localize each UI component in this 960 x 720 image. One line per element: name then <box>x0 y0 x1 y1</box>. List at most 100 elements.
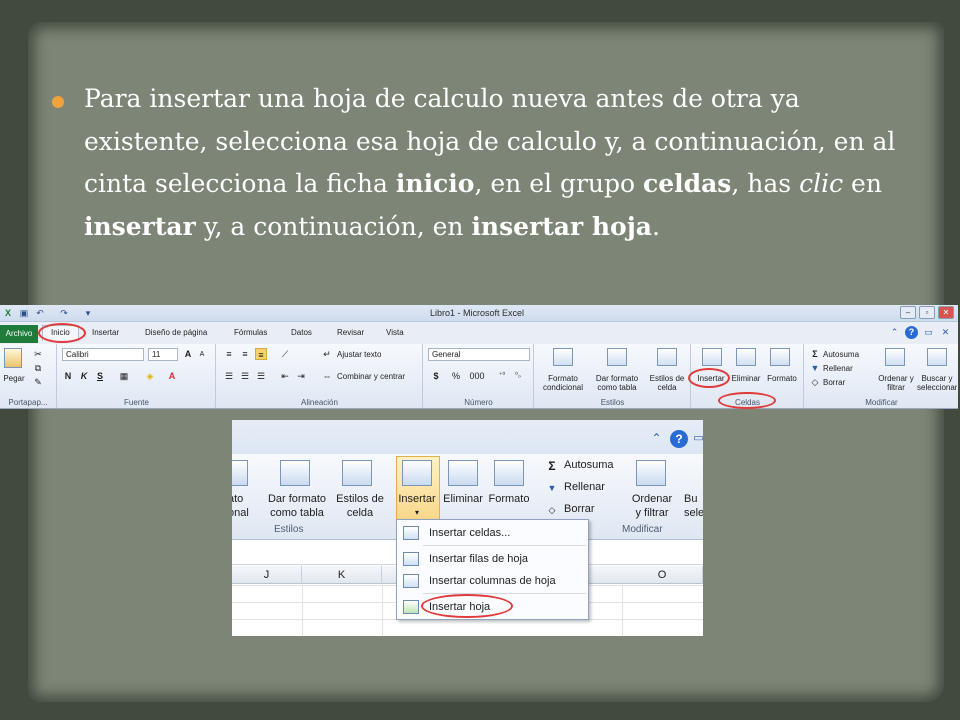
copy-icon[interactable]: ⧉ <box>32 362 44 374</box>
number-format-combo[interactable]: General <box>428 348 530 361</box>
ribbon-groups: Pegar ✂ ⧉ ✎ Portapap... Calibri 11 A A N… <box>0 344 958 409</box>
tab-archivo[interactable]: Archivo <box>0 325 38 343</box>
align-middle-icon[interactable]: ≡ <box>239 348 251 360</box>
menu-item-insert-columns[interactable]: Insertar columnas de hoja <box>397 570 588 592</box>
decrease-indent-icon[interactable]: ⇤ <box>279 370 291 382</box>
tab-formulas[interactable]: Fórmulas <box>234 328 267 337</box>
font-size-combo[interactable]: 11 <box>148 348 178 361</box>
customize-qa-icon[interactable]: ▾ <box>82 307 94 319</box>
currency-button[interactable]: $ <box>430 370 442 382</box>
clear-button[interactable]: Borrar <box>564 502 595 516</box>
conditional-format-button[interactable]: ato onal <box>232 492 258 520</box>
column-header-o[interactable]: O <box>622 566 703 584</box>
merge-center-button[interactable]: Combinar y centrar <box>337 372 405 381</box>
cell-styles-button[interactable]: Estilos de celda <box>645 374 689 392</box>
format-button[interactable]: Formato <box>764 374 800 383</box>
underline-button[interactable]: S <box>94 370 106 382</box>
thousands-button[interactable]: 000 <box>468 370 486 382</box>
menu-item-insert-rows[interactable]: Insertar filas de hoja <box>397 548 588 570</box>
align-center-icon[interactable]: ☰ <box>239 370 251 382</box>
format-table-icon <box>280 460 310 486</box>
insert-cells-icon <box>403 526 419 540</box>
undo-icon[interactable]: ↶ <box>34 307 46 319</box>
group-label-editing: Modificar <box>622 524 663 535</box>
increase-decimal-icon[interactable]: ⁺⁰ <box>496 370 508 382</box>
increase-indent-icon[interactable]: ⇥ <box>295 370 307 382</box>
help-icon[interactable]: ? <box>905 326 918 339</box>
percent-button[interactable]: % <box>450 370 462 382</box>
group-estilos: Formato condicional Dar formato como tab… <box>535 344 691 408</box>
minimize-ribbon-icon[interactable]: ⌃ <box>888 326 901 339</box>
cell-styles-icon <box>657 348 677 366</box>
paste-button[interactable]: Pegar <box>2 374 26 383</box>
close-button[interactable]: ✕ <box>938 306 954 319</box>
group-label-styles: Estilos <box>274 524 304 535</box>
clear-button[interactable]: Borrar <box>823 378 845 387</box>
delete-button[interactable]: Eliminar <box>440 492 486 506</box>
cell-styles-icon <box>342 460 372 486</box>
fill-color-icon[interactable]: ◈ <box>144 370 156 382</box>
decrease-decimal-icon[interactable]: ⁰₀ <box>512 370 524 382</box>
column-header-j[interactable]: J <box>232 566 302 584</box>
bold-button[interactable]: N <box>62 370 74 382</box>
grow-font-icon[interactable]: A <box>182 348 194 360</box>
cut-icon[interactable]: ✂ <box>32 348 44 360</box>
window-restore-icon[interactable]: ▭ <box>922 326 935 339</box>
fill-button[interactable]: Rellenar <box>823 364 853 373</box>
align-left-icon[interactable]: ☰ <box>223 370 235 382</box>
wrap-text-button[interactable]: Ajustar texto <box>337 350 381 359</box>
window-close-icon[interactable]: ✕ <box>939 326 952 339</box>
format-button[interactable]: Formato <box>486 492 532 506</box>
highlight-ellipse-insert-sheet <box>421 594 513 618</box>
help-icon[interactable]: ? <box>670 430 688 448</box>
autosum-button[interactable]: Autosuma <box>564 458 614 472</box>
highlight-ellipse-insertar <box>688 368 730 388</box>
align-right-icon[interactable]: ☰ <box>255 370 267 382</box>
font-name-combo[interactable]: Calibri <box>62 348 144 361</box>
autosum-button[interactable]: Autosuma <box>823 350 859 359</box>
borders-icon[interactable]: ▦ <box>118 370 130 382</box>
orientation-icon[interactable]: ⟋ <box>279 348 291 360</box>
shrink-font-icon[interactable]: A <box>196 349 208 361</box>
find-select-button[interactable]: Buscar y seleccionar <box>917 374 957 392</box>
font-color-icon[interactable]: A <box>166 370 178 382</box>
menu-item-insert-cells[interactable]: Insertar celdas... <box>397 522 588 544</box>
group-label-styles: Estilos <box>600 398 625 407</box>
group-portapapeles: Pegar ✂ ⧉ ✎ Portapap... <box>0 344 57 408</box>
italic-button[interactable]: K <box>78 370 90 382</box>
find-select-button[interactable]: Bu sele <box>684 492 703 520</box>
sort-filter-button[interactable]: Ordenar y filtrar <box>626 492 678 520</box>
restore-button[interactable]: ▫ <box>919 306 935 319</box>
format-table-button[interactable]: Dar formato como tabla <box>262 492 332 520</box>
insert-button[interactable]: Insertar <box>392 492 442 506</box>
format-painter-icon[interactable]: ✎ <box>32 376 44 388</box>
group-numero: General $ % 000 ⁺⁰ ⁰₀ Número <box>424 344 534 408</box>
window-restore-icon[interactable]: ▭ <box>692 432 703 445</box>
minimize-ribbon-icon[interactable]: ⌃ <box>650 432 663 445</box>
tab-diseno-pagina[interactable]: Diseño de página <box>145 328 207 337</box>
group-modificar: Σ Autosuma ▼ Rellenar ◇ Borrar Ordenar y… <box>805 344 958 408</box>
fill-button[interactable]: Rellenar <box>564 480 605 494</box>
format-table-button[interactable]: Dar formato como tabla <box>591 374 643 392</box>
find-select-icon <box>927 348 947 366</box>
delete-cells-icon <box>736 348 756 366</box>
insert-rows-icon <box>403 552 419 566</box>
conditional-format-button[interactable]: Formato condicional <box>537 374 589 392</box>
insert-dropdown-arrow[interactable]: ▾ <box>392 506 442 520</box>
cell-styles-button[interactable]: Estilos de celda <box>332 492 388 520</box>
minimize-button[interactable]: – <box>900 306 916 319</box>
align-top-icon[interactable]: ≡ <box>223 348 235 360</box>
align-bottom-icon[interactable]: ≡ <box>255 348 267 360</box>
excel-logo-icon: X <box>4 308 11 318</box>
delete-button[interactable]: Eliminar <box>728 374 764 383</box>
redo-icon[interactable]: ↷ <box>58 307 70 319</box>
group-label-number: Número <box>464 398 493 407</box>
tab-revisar[interactable]: Revisar <box>337 328 364 337</box>
grid-line <box>382 585 383 636</box>
column-header-k[interactable]: K <box>302 566 382 584</box>
tab-insertar[interactable]: Insertar <box>92 328 119 337</box>
tab-datos[interactable]: Datos <box>291 328 312 337</box>
save-icon[interactable]: ▣ <box>18 307 30 319</box>
tab-vista[interactable]: Vista <box>386 328 404 337</box>
sort-filter-button[interactable]: Ordenar y filtrar <box>873 374 919 392</box>
